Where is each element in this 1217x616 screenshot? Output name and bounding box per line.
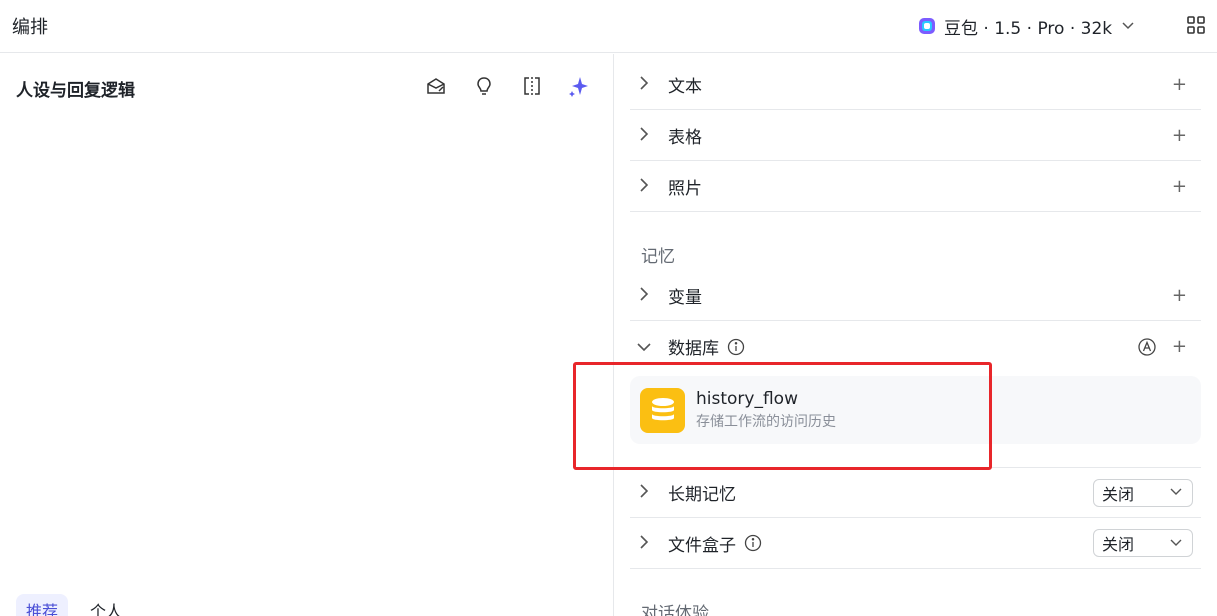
model-label: 豆包 · 1.5 · Pro · 32k: [944, 18, 1113, 39]
section-file-box[interactable]: 文件盒子 关闭: [630, 518, 1201, 569]
section-photo-label: 照片: [668, 178, 702, 199]
add-icon[interactable]: +: [1172, 176, 1187, 197]
chevron-right-icon: [630, 126, 658, 145]
chevron-right-icon: [630, 75, 658, 94]
top-bar: 编排 豆包 · 1.5 · Pro · 32k: [0, 0, 1217, 53]
add-icon[interactable]: +: [1172, 125, 1187, 146]
add-icon[interactable]: +: [1172, 74, 1187, 95]
info-icon[interactable]: [744, 534, 762, 552]
database-description: 存储工作流的访问历史: [696, 414, 836, 430]
auto-mode-icon[interactable]: [1137, 337, 1157, 357]
section-file-box-label: 文件盒子: [668, 535, 736, 556]
chevron-down-icon: [630, 337, 658, 356]
prompt-tabs: 推荐 个人: [16, 594, 132, 616]
section-photo[interactable]: 照片 +: [630, 161, 1201, 212]
section-table-label: 表格: [668, 127, 702, 148]
file-box-select[interactable]: 关闭: [1093, 529, 1193, 557]
chevron-right-icon: [630, 177, 658, 196]
section-database[interactable]: 数据库 +: [630, 321, 1201, 372]
compare-icon[interactable]: [520, 74, 544, 98]
section-text-label: 文本: [668, 76, 702, 97]
ai-sparkle-icon[interactable]: [567, 74, 591, 98]
persona-panel: 人设与回复逻辑 推荐 个人: [0, 54, 614, 616]
info-icon[interactable]: [727, 338, 745, 356]
grid-layout-icon[interactable]: [1186, 15, 1208, 37]
page-title: 编排: [12, 17, 48, 38]
section-text[interactable]: 文本 +: [630, 59, 1201, 110]
persona-title: 人设与回复逻辑: [16, 81, 135, 101]
chevron-down-icon: [1170, 537, 1182, 550]
long-term-memory-select[interactable]: 关闭: [1093, 478, 1193, 507]
skills-panel: 文本 + 表格 + 照片 + 记忆 变量 + 数据库 + history_flo…: [615, 54, 1217, 616]
section-long-term-memory[interactable]: 长期记忆 关闭: [630, 467, 1201, 518]
section-long-term-memory-label: 长期记忆: [668, 485, 736, 505]
lightbulb-icon[interactable]: [472, 74, 496, 98]
database-name: history_flow: [696, 389, 798, 409]
section-variables-label: 变量: [668, 287, 702, 308]
chat-experience-section-label: 对话体验: [641, 604, 709, 616]
memory-section-label: 记忆: [641, 247, 675, 267]
doubao-logo-icon: [916, 15, 938, 37]
prompt-library-icon[interactable]: [424, 74, 448, 98]
section-table[interactable]: 表格 +: [630, 110, 1201, 161]
add-icon[interactable]: +: [1172, 336, 1187, 357]
database-icon: [640, 387, 685, 433]
section-variables[interactable]: 变量 +: [630, 270, 1201, 321]
chevron-down-icon: [1122, 19, 1134, 33]
select-value: 关闭: [1102, 484, 1135, 504]
database-item[interactable]: history_flow 存储工作流的访问历史: [630, 376, 1201, 444]
chevron-down-icon: [1170, 486, 1182, 499]
section-database-label: 数据库: [668, 339, 719, 359]
chevron-right-icon: [630, 483, 658, 502]
chevron-right-icon: [630, 534, 658, 553]
tab-recommended[interactable]: 推荐: [16, 594, 69, 616]
tab-personal[interactable]: 个人: [80, 594, 132, 616]
select-value: 关闭: [1102, 535, 1135, 554]
model-selector[interactable]: 豆包 · 1.5 · Pro · 32k: [916, 11, 1134, 41]
chevron-right-icon: [630, 286, 658, 305]
add-icon[interactable]: +: [1172, 285, 1187, 306]
